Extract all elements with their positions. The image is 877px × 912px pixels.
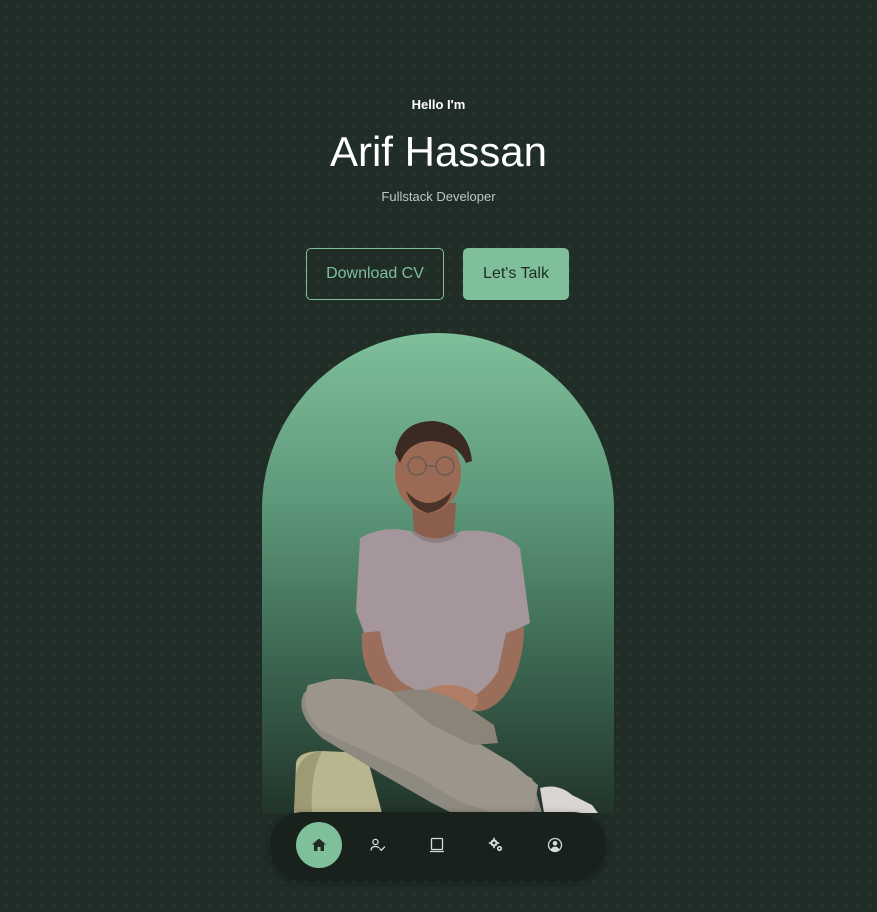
- gears-icon: [488, 837, 503, 852]
- nav-experience-button[interactable]: [414, 822, 460, 868]
- portrait-frame: [262, 333, 614, 813]
- nav-home-button[interactable]: [296, 822, 342, 868]
- nav-about-button[interactable]: [355, 822, 401, 868]
- greeting-text: Hello I'm: [411, 97, 466, 112]
- role-subtitle: Fullstack Developer: [381, 189, 496, 204]
- portrait-image: [294, 421, 598, 813]
- lets-talk-button[interactable]: Let's Talk: [463, 248, 569, 300]
- home-icon: [312, 838, 326, 851]
- name-heading: Arif Hassan: [329, 128, 548, 175]
- user-check-icon: [370, 838, 386, 852]
- download-cv-button[interactable]: Download CV: [306, 248, 444, 300]
- nav-services-button[interactable]: [473, 822, 519, 868]
- user-circle-icon: [547, 837, 563, 853]
- nav-contact-button[interactable]: [532, 822, 578, 868]
- book-icon: [430, 837, 444, 853]
- bottom-nav: [270, 812, 606, 880]
